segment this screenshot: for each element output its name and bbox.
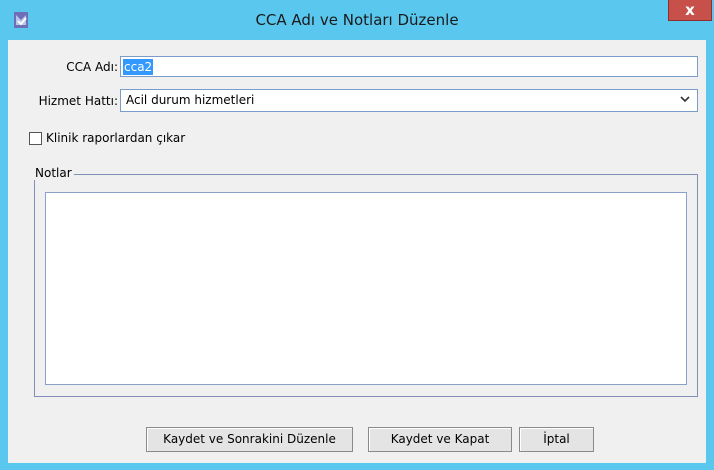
save-and-edit-next-button[interactable]: Kaydet ve Sonrakini Düzenle	[146, 427, 353, 452]
chevron-down-icon	[680, 96, 690, 103]
cca-name-label: CCA Adı:	[66, 60, 118, 74]
cancel-button[interactable]: İptal	[519, 427, 594, 452]
window-title: CCA Adı ve Notları Düzenle	[255, 11, 459, 29]
dialog-body: CCA Adı: cca2 Hizmet Hattı: Acil durum h…	[8, 40, 706, 463]
notes-textarea[interactable]	[45, 192, 687, 385]
cca-name-value: cca2	[123, 59, 154, 75]
notes-legend: Notlar	[33, 166, 74, 180]
service-line-select[interactable]: Acil durum hizmetleri	[120, 89, 698, 112]
service-line-value: Acil durum hizmetleri	[126, 93, 255, 107]
service-line-label: Hizmet Hattı:	[38, 94, 118, 108]
exclude-clinical-reports-label: Klinik raporlardan çıkar	[46, 131, 186, 145]
close-button[interactable]: x	[668, 0, 712, 21]
dialog-window: CCA Adı ve Notları Düzenle x CCA Adı: cc…	[0, 0, 714, 470]
save-and-close-button[interactable]: Kaydet ve Kapat	[368, 427, 512, 452]
cca-name-input[interactable]: cca2	[120, 56, 698, 77]
title-bar[interactable]: CCA Adı ve Notları Düzenle x	[0, 0, 714, 40]
exclude-clinical-reports-checkbox[interactable]	[29, 132, 42, 145]
